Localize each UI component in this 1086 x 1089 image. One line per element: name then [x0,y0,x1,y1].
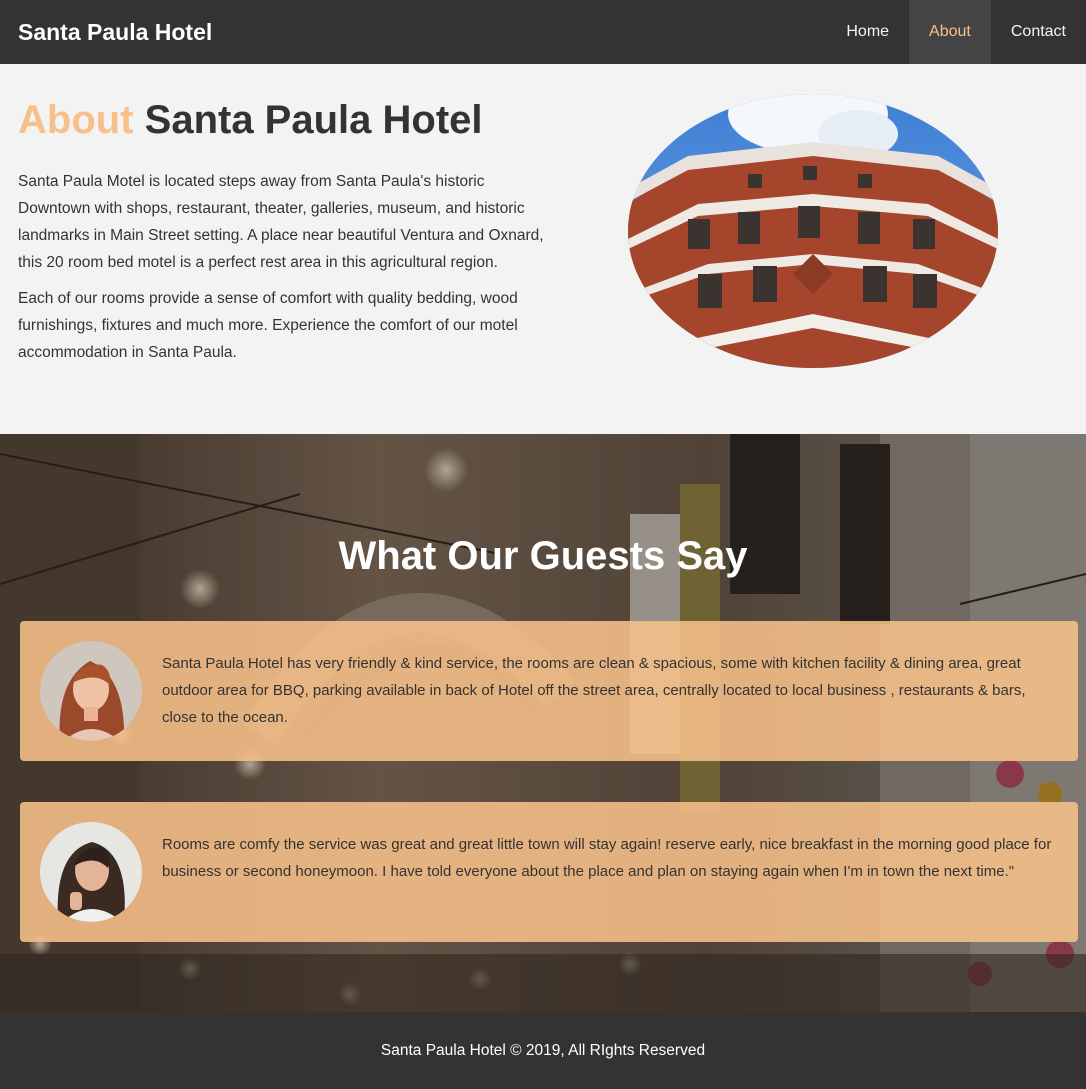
about-paragraph-1: Santa Paula Motel is located steps away … [18,173,544,271]
testimonials-section: What Our Guests Say Santa Paula Hotel ha… [0,434,1086,1012]
footer: Santa Paula Hotel © 2019, All RIghts Res… [0,1012,1086,1089]
guest-avatar-2 [40,822,142,922]
nav-link-contact[interactable]: Contact [991,0,1086,64]
nav-link-home[interactable]: Home [826,0,909,64]
testimonials-title: What Our Guests Say [338,534,748,578]
about-text-block: About Santa Paula Hotel Santa Paula Mote… [18,96,558,375]
nav-menu: Home About Contact [826,0,1086,64]
testimonial-text-2: Rooms are comfy the service was great an… [162,836,1052,880]
testimonial-card: Rooms are comfy the service was great an… [20,802,1078,942]
hotel-building-image [628,94,998,368]
about-title-rest: Santa Paula Hotel [144,98,483,142]
navbar: Santa Paula Hotel Home About Contact [0,0,1086,64]
about-title: About Santa Paula Hotel [18,96,558,144]
footer-copyright: Santa Paula Hotel © 2019, All RIghts Res… [380,1041,706,1059]
testimonial-card: Santa Paula Hotel has very friendly & ki… [20,621,1078,761]
about-paragraph-2: Each of our rooms provide a sense of com… [18,290,518,361]
nav-link-about[interactable]: About [909,0,991,64]
brand-logo[interactable]: Santa Paula Hotel [0,19,212,46]
about-section: About Santa Paula Hotel Santa Paula Mote… [0,64,1086,434]
testimonial-text-1: Santa Paula Hotel has very friendly & ki… [162,655,1026,726]
about-title-accent: About [18,98,134,142]
guest-avatar-1 [40,641,142,741]
